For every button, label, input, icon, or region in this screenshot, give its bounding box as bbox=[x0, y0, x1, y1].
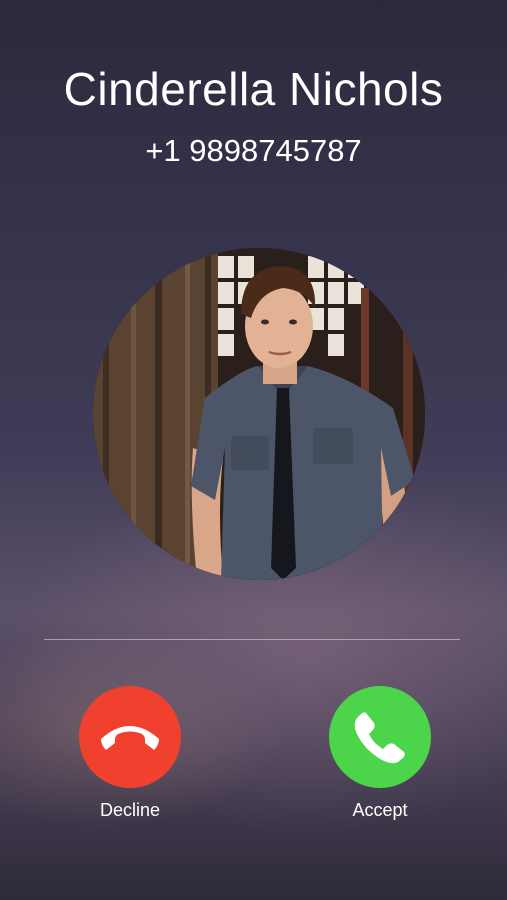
decline-button[interactable] bbox=[79, 686, 181, 788]
phone-hangup-icon bbox=[97, 717, 163, 757]
caller-phone-number: +1 9898745787 bbox=[145, 133, 362, 168]
accept-label: Accept bbox=[352, 800, 408, 820]
phone-icon bbox=[352, 709, 408, 765]
caller-avatar bbox=[93, 248, 425, 580]
accept-button[interactable] bbox=[329, 686, 431, 788]
caller-name: Cinderella Nichols bbox=[63, 63, 444, 115]
divider bbox=[44, 639, 460, 640]
incoming-call-screen: Cinderella Nichols +1 9898745787 Decline… bbox=[0, 0, 507, 900]
decline-label: Decline bbox=[99, 800, 161, 820]
